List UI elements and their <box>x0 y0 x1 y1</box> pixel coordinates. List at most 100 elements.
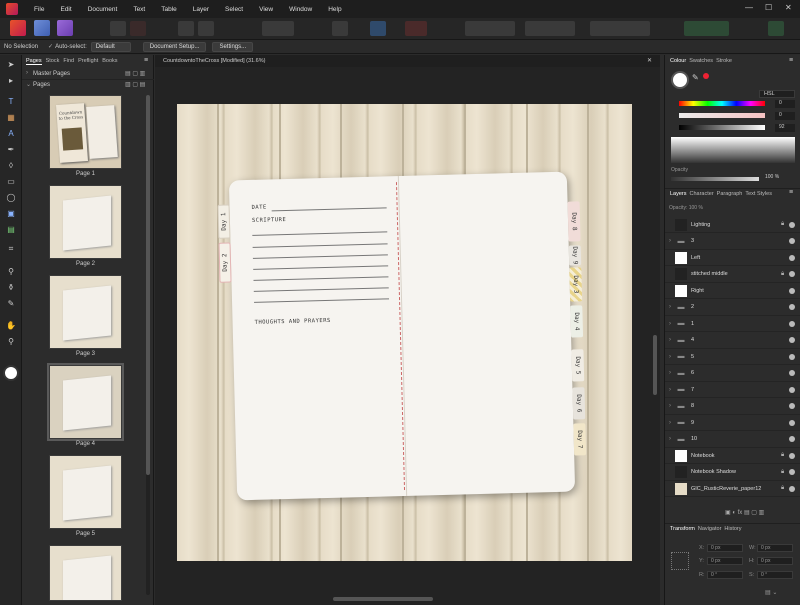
document-setup-button[interactable]: Document Setup... <box>142 41 207 52</box>
tab-day-6[interactable]: Day 6 <box>572 387 586 420</box>
gradient-tool-icon[interactable]: ⚱ <box>5 281 17 293</box>
auto-select-dropdown[interactable]: Default <box>90 41 131 52</box>
page-thumbnail-3[interactable] <box>49 275 122 349</box>
tab-day-7[interactable]: Day 7 <box>573 423 587 456</box>
tab-paragraph[interactable]: Paragraph <box>717 191 743 199</box>
layer-actions-icon[interactable]: ▣ ◐ fx ▤ ▢ ▥ <box>725 509 795 519</box>
visibility-icon[interactable] <box>789 419 795 426</box>
visibility-icon[interactable] <box>789 304 795 310</box>
tab-swatches[interactable]: Swatches <box>689 58 713 64</box>
visibility-icon[interactable] <box>789 337 795 343</box>
layer-row[interactable]: Lighting 🔒︎ <box>665 217 800 233</box>
crop-tool-icon[interactable]: ⌗ <box>5 243 17 255</box>
visibility-icon[interactable] <box>789 386 795 393</box>
pages-scrollbar[interactable] <box>146 95 150 595</box>
layer-row[interactable]: › ▬ 2 <box>665 300 800 316</box>
layer-row[interactable]: › ▬ 1 <box>665 316 800 332</box>
tab-layers[interactable]: Layers <box>670 191 687 199</box>
snapping-icon[interactable] <box>405 21 427 36</box>
chevron-right-icon[interactable]: › <box>665 337 675 343</box>
publisher-persona-icon[interactable] <box>10 20 26 36</box>
layer-row[interactable]: › ▬ 9 <box>665 415 800 431</box>
menu-table[interactable]: Table <box>153 6 185 13</box>
chevron-right-icon[interactable]: › <box>665 436 675 442</box>
visibility-icon[interactable] <box>789 238 795 244</box>
zoom-tool-icon[interactable]: ⚲ <box>5 335 17 347</box>
user-icon[interactable] <box>768 21 784 36</box>
x-field[interactable]: 0 px <box>707 544 743 552</box>
layer-opacity[interactable]: Opacity: 100 % <box>669 205 703 211</box>
r-field[interactable]: 0 ° <box>707 571 743 579</box>
visibility-icon[interactable] <box>789 436 795 442</box>
layer-row[interactable]: › ▬ 6 <box>665 366 800 382</box>
y-field[interactable]: 0 px <box>707 557 743 565</box>
layer-row[interactable]: Notebook Shadow 🔒︎ <box>665 465 800 481</box>
menu-file[interactable]: File <box>26 6 52 13</box>
layer-row[interactable]: › ▬ 4 <box>665 333 800 349</box>
visibility-icon[interactable] <box>789 403 795 409</box>
tab-pages[interactable]: Pages <box>26 58 42 65</box>
layer-row[interactable]: Left <box>665 250 800 266</box>
chevron-right-icon[interactable]: › <box>665 238 675 244</box>
menu-edit[interactable]: Edit <box>52 6 79 13</box>
horizontal-scrollbar[interactable] <box>333 597 433 601</box>
rectangle-tool-icon[interactable]: ▭ <box>5 175 17 187</box>
transform-buttons[interactable] <box>525 21 575 36</box>
page-icon[interactable] <box>178 21 194 36</box>
lock-icon[interactable]: 🔒︎ <box>781 452 789 459</box>
photo-persona-icon[interactable] <box>34 20 50 36</box>
chevron-right-icon[interactable]: › <box>665 354 675 360</box>
colour-panel-menu-icon[interactable]: ≡ <box>789 57 793 64</box>
designer-persona-icon[interactable] <box>57 20 73 36</box>
layer-row[interactable]: Notebook 🔒︎ <box>665 448 800 464</box>
layer-row[interactable]: stitched middle 🔒︎ <box>665 267 800 283</box>
tab-books[interactable]: Books <box>102 58 117 65</box>
settings-button[interactable]: Settings... <box>212 41 254 52</box>
lightness-slider[interactable] <box>679 125 765 130</box>
notebook-spread[interactable]: DATE SCRIPTURE THOUGHTS AND PRAYERS Day … <box>217 171 587 501</box>
fill-swatch-icon[interactable] <box>671 71 689 89</box>
lock-icon[interactable]: 🔒︎ <box>781 485 789 492</box>
visibility-icon[interactable] <box>789 271 795 277</box>
pen-tool-icon[interactable]: ✒ <box>5 143 17 155</box>
tab-text-styles[interactable]: Text Styles <box>745 191 772 199</box>
color-picker-tool-icon[interactable]: ✎ <box>5 297 17 309</box>
tab-day-3[interactable]: Day 3 <box>569 267 583 302</box>
maximize-icon[interactable]: ☐ <box>765 3 772 12</box>
hue-slider[interactable] <box>679 101 765 106</box>
h-field[interactable]: 0 px <box>757 557 793 565</box>
page-thumbnail-6[interactable] <box>49 545 122 601</box>
visibility-icon[interactable] <box>789 469 795 475</box>
tab-preflight[interactable]: Preflight <box>78 58 98 65</box>
move-tool-icon[interactable]: ➤ <box>5 58 17 70</box>
minimize-icon[interactable]: — <box>745 3 753 12</box>
auto-select-checkbox[interactable]: ✓ <box>48 43 53 50</box>
lightness-value[interactable]: 92 <box>775 124 795 132</box>
layer-row[interactable]: › ▬ 10 <box>665 432 800 448</box>
toolbar-button[interactable] <box>110 21 126 36</box>
page-spread-icon[interactable] <box>198 21 214 36</box>
menu-select[interactable]: Select <box>217 6 251 13</box>
visibility-icon[interactable] <box>789 221 795 228</box>
visibility-icon[interactable] <box>789 452 795 459</box>
visibility-icon[interactable] <box>789 353 795 360</box>
picture-frame-tool-icon[interactable]: ▣ <box>5 207 17 219</box>
table-tool-icon[interactable]: ▦ <box>5 111 17 123</box>
s-field[interactable]: 0 ° <box>757 571 793 579</box>
menu-help[interactable]: Help <box>320 6 349 13</box>
master-page-actions-icon[interactable]: ▤ ▢ ▥ <box>125 70 145 77</box>
chevron-right-icon[interactable]: › <box>665 304 675 310</box>
layer-row[interactable]: Right <box>665 283 800 299</box>
layers-panel-menu-icon[interactable]: ≡ <box>789 189 793 196</box>
menu-layer[interactable]: Layer <box>185 6 217 13</box>
tab-day-2[interactable]: Day 2 <box>218 242 232 283</box>
lock-icon[interactable]: 🔒︎ <box>781 469 789 476</box>
eyedropper-icon[interactable]: ✎ <box>692 73 699 82</box>
chevron-right-icon[interactable]: › <box>665 370 675 376</box>
studio-link-buttons[interactable] <box>684 21 729 36</box>
document-tab[interactable]: CountdowntoTheCross [Modified] (31.6%) ✕ <box>155 55 660 67</box>
tab-transform[interactable]: Transform <box>670 526 695 534</box>
visibility-icon[interactable] <box>789 254 795 261</box>
hue-value[interactable]: 0 <box>775 100 795 108</box>
tab-history[interactable]: History <box>724 526 741 534</box>
